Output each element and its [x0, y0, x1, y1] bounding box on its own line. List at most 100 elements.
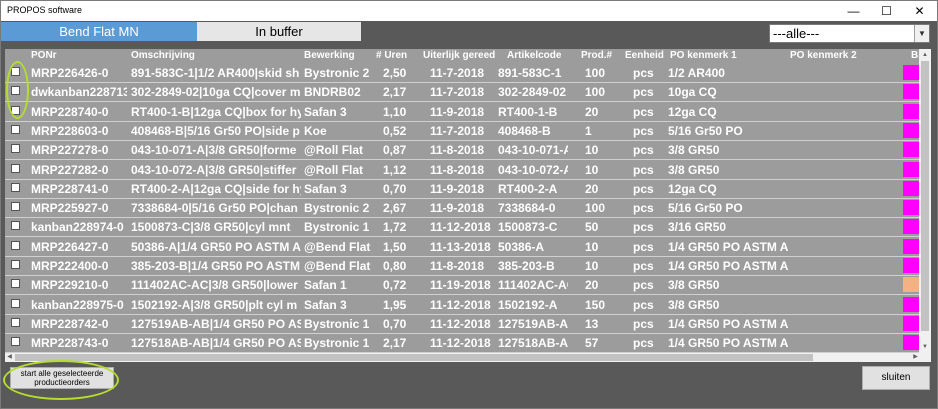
table-row[interactable]: MRP228603-0 408468-B|5/16 Gr50 PO|side p K… [5, 121, 931, 141]
cell-eenheid: pcs [633, 123, 654, 138]
cell-kenmerk1: 3/8 GR50 [668, 297, 720, 312]
row-select-checkbox[interactable] [11, 144, 20, 154]
close-button[interactable]: sluiten [862, 366, 930, 390]
cell-bewerking: @Roll Flat [304, 162, 364, 177]
cell-gereed: 11-7-2018 [430, 66, 485, 80]
row-select-checkbox[interactable] [11, 240, 20, 250]
maximize-button[interactable]: ☐ [870, 1, 903, 21]
cell-prod: 100 [585, 66, 606, 80]
cell-kenmerk2 [790, 180, 900, 198]
title-bar: PROPOS software — ☐ ✕ [1, 1, 937, 21]
cell-ponr: dwkanban228713 [31, 85, 127, 100]
table-row[interactable]: MRP228743-0 127518AB-AB|1/4 GR50 PO AS Bys… [5, 334, 931, 353]
cell-omschrijving: 408468-B|5/16 Gr50 PO|side p [131, 123, 300, 138]
app-window: PROPOS software — ☐ ✕ Bend Flat MN In bu… [0, 0, 938, 409]
cell-gereed: 11-7-2018 [430, 85, 485, 100]
cell-kenmerk1: 12ga CQ [668, 181, 717, 196]
cell-eenheid: pcs [633, 278, 654, 293]
table-row[interactable]: MRP228742-0 127519AB-AB|1/4 GR50 PO AS Bys… [5, 314, 931, 334]
cell-gereed: 11-8-2018 [430, 162, 485, 177]
cell-kenmerk1: 3/8 GR50 [668, 278, 720, 293]
cell-omschrijving: RT400-2-A|12ga CQ|side for hy [131, 181, 301, 196]
col-header-omschrijving[interactable]: Omschrijving [131, 49, 195, 63]
cell-uren: 1,10 [383, 104, 407, 119]
cell-uren: 1,50 [383, 239, 407, 254]
col-header-po-kenmerk-2[interactable]: PO kenmerk 2 [790, 49, 857, 63]
cell-gereed: 11-19-2018 [430, 278, 491, 293]
cell-artikelcode: 111402AC-AC [498, 278, 568, 293]
filter-dropdown[interactable]: ---alle--- ▼ [769, 24, 930, 43]
col-header-uren[interactable]: # Uren [376, 49, 407, 63]
table-row[interactable]: kanban228975-0 1502192-A|3/8 GR50|plt cyl… [5, 295, 931, 315]
table-row[interactable]: MRP226426-0 891-583C-1|1/2 AR400|skid sh B… [5, 64, 931, 83]
table-row[interactable]: kanban228974-0 1500873-C|3/8 GR50|cyl mnt… [5, 218, 931, 238]
vertical-scroll-thumb[interactable] [921, 61, 929, 331]
col-header-ponr[interactable]: PONr [31, 49, 57, 63]
cell-omschrijving: 127518AB-AB|1/4 GR50 PO AS [131, 336, 301, 351]
cell-bewerking: Koe [304, 123, 327, 138]
col-header-po-kenmerk-1[interactable]: PO kenmerk 1 [670, 49, 737, 63]
row-select-checkbox[interactable] [11, 202, 20, 212]
col-header-bewerking[interactable]: Bewerking [304, 49, 355, 63]
table-row[interactable]: MRP227282-0 043-10-072-A|3/8 GR50|stiffer… [5, 160, 931, 180]
scroll-down-icon[interactable]: ▼ [919, 341, 931, 353]
cell-artikelcode: 385-203-B [498, 259, 555, 273]
cell-uren: 1,12 [383, 162, 407, 177]
vertical-scrollbar[interactable]: ▲ ▼ [919, 49, 931, 353]
table-row[interactable]: MRP226427-0 50386-A|1/4 GR50 PO ASTM A @Be… [5, 237, 931, 257]
col-header-uiterlijk-gereed[interactable]: Uiterlijk gereed [423, 49, 495, 63]
tab-in-buffer[interactable]: In buffer [197, 22, 361, 41]
cell-ponr: MRP228742-0 [31, 316, 109, 331]
row-select-checkbox[interactable] [11, 298, 20, 308]
col-header-prod[interactable]: Prod.# [581, 49, 612, 63]
scroll-right-icon[interactable]: ▶ [911, 353, 920, 362]
cell-gereed: 11-8-2018 [430, 259, 485, 273]
horizontal-scrollbar[interactable]: ◀ ▶ [5, 353, 931, 362]
cell-bewerking: Safan 3 [304, 297, 347, 312]
table-row[interactable]: MRP225927-0 7338684-0|5/16 Gr50 PO|chan By… [5, 199, 931, 219]
cell-uren: 1,95 [383, 297, 407, 312]
cell-kenmerk1: 12ga CQ [668, 104, 717, 119]
col-header-eenheid[interactable]: Eenheid [625, 49, 664, 63]
table-row[interactable]: MRP228740-0 RT400-1-B|12ga CQ|box for hy S… [5, 102, 931, 122]
row-select-checkbox[interactable] [11, 317, 20, 327]
row-select-checkbox[interactable] [11, 221, 20, 231]
cell-uren: 0,70 [383, 181, 407, 196]
row-select-checkbox[interactable] [11, 182, 20, 192]
row-select-checkbox[interactable] [11, 163, 20, 173]
cell-kenmerk1: 5/16 Gr50 PO [668, 123, 743, 138]
table-row[interactable]: MRP228741-0 RT400-2-A|12ga CQ|side for hy… [5, 179, 931, 199]
row-select-checkbox[interactable] [11, 337, 20, 347]
cell-uren: 0,70 [383, 316, 407, 331]
checkbox-highlight-annotation [6, 61, 29, 119]
filter-value: ---alle--- [773, 26, 820, 41]
tab-bend-flat-mn[interactable]: Bend Flat MN [1, 22, 197, 41]
cell-bewerking: BNDRB02 [304, 85, 361, 100]
row-select-checkbox[interactable] [11, 124, 20, 134]
cell-artikelcode: 043-10-072-A [498, 162, 568, 177]
table-row[interactable]: MRP227278-0 043-10-071-A|3/8 GR50|forme @R… [5, 141, 931, 161]
horizontal-scroll-thumb[interactable] [15, 354, 813, 361]
cell-eenheid: pcs [633, 104, 654, 119]
table-row[interactable]: dwkanban228713 302-2849-02|10ga CQ|cover … [5, 83, 931, 103]
cell-eenheid: pcs [633, 239, 654, 254]
row-select-checkbox[interactable] [11, 260, 20, 269]
table-row[interactable]: MRP222400-0 385-203-B|1/4 GR50 PO ASTM @Be… [5, 257, 931, 276]
cell-omschrijving: 891-583C-1|1/2 AR400|skid sh [131, 66, 300, 80]
row-select-checkbox[interactable] [11, 279, 20, 289]
scroll-left-icon[interactable]: ◀ [5, 353, 14, 362]
table-row[interactable]: MRP229210-0 111402AC-AC|3/8 GR50|lower Saf… [5, 276, 931, 296]
col-header-artikelcode[interactable]: Artikelcode [507, 49, 561, 63]
chevron-down-icon[interactable]: ▼ [914, 25, 929, 42]
cell-bewerking: Bystronic 2 [304, 66, 370, 80]
cell-uren: 2,67 [383, 201, 407, 216]
close-window-button[interactable]: ✕ [903, 1, 936, 21]
cell-prod: 50 [585, 220, 599, 235]
cell-uren: 0,80 [383, 259, 407, 273]
scroll-up-icon[interactable]: ▲ [919, 49, 931, 61]
cell-uren: 2,17 [383, 336, 407, 351]
cell-gereed: 11-12-2018 [430, 336, 491, 351]
minimize-button[interactable]: — [837, 1, 870, 21]
cell-ponr: MRP228741-0 [31, 181, 109, 196]
cell-artikelcode: 1500873-C [498, 220, 558, 235]
